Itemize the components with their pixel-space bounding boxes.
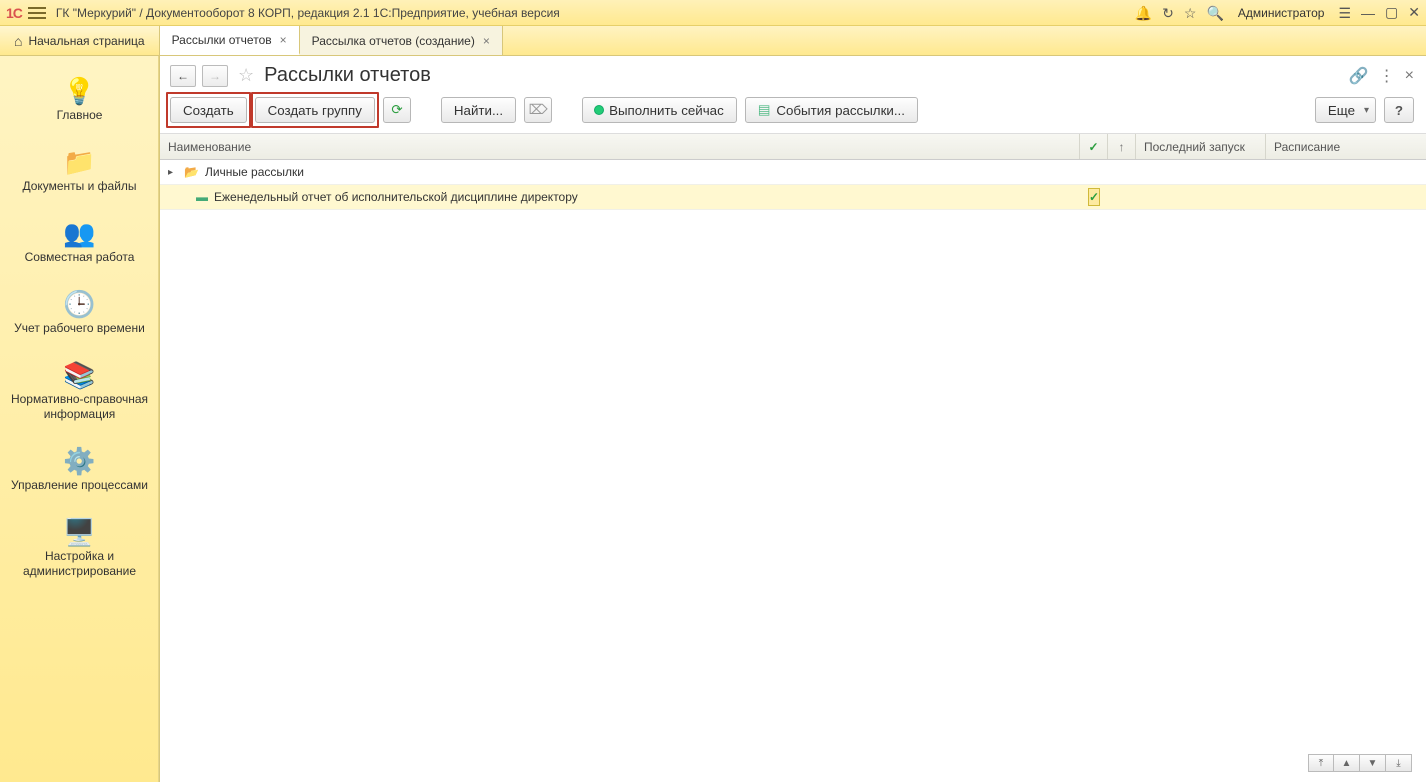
find-button[interactable]: Найти... bbox=[441, 97, 516, 123]
bell-icon[interactable]: 🔔 bbox=[1135, 6, 1152, 20]
col-last-run[interactable]: Последний запуск bbox=[1136, 134, 1266, 159]
tree-toggle-icon[interactable]: ▸ bbox=[168, 167, 178, 178]
col-enabled[interactable]: ✓ bbox=[1080, 134, 1108, 159]
sidebar: 💡 Главное 📁 Документы и файлы 👥 Совместн… bbox=[0, 56, 160, 782]
sidebar-item-label: Настройка и администрирование bbox=[4, 549, 155, 579]
refresh-icon: ⟳ bbox=[391, 102, 402, 118]
people-icon: 👥 bbox=[63, 216, 95, 250]
run-now-button[interactable]: Выполнить сейчас bbox=[582, 97, 737, 123]
sidebar-item-administration[interactable]: 🖥️ Настройка и администрирование bbox=[0, 507, 159, 593]
sidebar-item-label: Учет рабочего времени bbox=[14, 321, 145, 336]
sidebar-item-label: Главное bbox=[57, 108, 103, 123]
current-user[interactable]: Администратор bbox=[1238, 6, 1325, 20]
history-icon[interactable]: ↻ bbox=[1162, 6, 1174, 20]
menu-icon[interactable]: ☰ bbox=[1338, 6, 1351, 20]
titlebar-toolbar: 🔔 ↻ ☆ 🔍 Администратор ☰ — ▢ ✕ bbox=[1135, 4, 1420, 21]
close-icon[interactable]: × bbox=[483, 34, 490, 48]
favorite-star-icon[interactable]: ☆ bbox=[238, 65, 254, 86]
help-button[interactable]: ? bbox=[1384, 97, 1414, 123]
folder-icon: 📁 bbox=[63, 145, 95, 179]
filter-clear-icon: ⌦ bbox=[529, 102, 548, 118]
refresh-button[interactable]: ⟳ bbox=[383, 97, 411, 123]
events-label: События рассылки... bbox=[776, 103, 905, 118]
help-label: ? bbox=[1395, 103, 1403, 118]
lamp-icon: 💡 bbox=[63, 74, 95, 108]
window-title: ГК "Меркурий" / Документооборот 8 КОРП, … bbox=[56, 6, 560, 20]
nav-down-button[interactable]: ▼ bbox=[1360, 754, 1386, 772]
nav-back-button[interactable]: ← bbox=[170, 65, 196, 87]
log-icon: ▤ bbox=[758, 102, 771, 118]
sidebar-item-reference[interactable]: 📚 Нормативно-справочная информация bbox=[0, 350, 159, 436]
tab-label: Рассылка отчетов (создание) bbox=[312, 34, 475, 48]
clock-icon: 🕒 bbox=[63, 287, 95, 321]
folder-icon: 📂 bbox=[184, 165, 199, 179]
nav-first-button[interactable]: ⤒ bbox=[1308, 754, 1334, 772]
group-label: Личные рассылки bbox=[205, 165, 304, 179]
gear-icon: ⚙️ bbox=[63, 444, 95, 478]
kebab-icon[interactable]: ⋮ bbox=[1379, 66, 1395, 86]
hamburger-icon[interactable] bbox=[28, 7, 46, 19]
table-row-group[interactable]: ▸ 📂 Личные рассылки bbox=[160, 160, 1426, 185]
grid: Наименование ✓ ↑ Последний запуск Распис… bbox=[160, 133, 1426, 782]
events-button[interactable]: ▤ События рассылки... bbox=[745, 97, 918, 123]
close-icon[interactable]: × bbox=[280, 33, 287, 47]
window-titlebar: 1C ГК "Меркурий" / Документооборот 8 КОР… bbox=[0, 0, 1426, 26]
star-icon[interactable]: ☆ bbox=[1184, 6, 1197, 20]
col-name[interactable]: Наименование bbox=[160, 134, 1080, 159]
home-icon: ⌂ bbox=[14, 33, 22, 49]
tab-bar: ⌂ Начальная страница Рассылки отчетов × … bbox=[0, 26, 1426, 56]
grid-navigator: ⤒ ▲ ▼ ⤓ bbox=[1308, 754, 1412, 772]
monitor-icon: 🖥️ bbox=[63, 515, 95, 549]
tab-report-create[interactable]: Рассылка отчетов (создание) × bbox=[300, 26, 503, 55]
sidebar-item-label: Документы и файлы bbox=[22, 179, 136, 194]
close-panel-icon[interactable]: × bbox=[1405, 67, 1414, 85]
create-button[interactable]: Создать bbox=[170, 97, 247, 123]
tab-label: Рассылки отчетов bbox=[172, 33, 272, 47]
link-icon[interactable]: 🔗 bbox=[1349, 66, 1369, 86]
more-label: Еще bbox=[1328, 103, 1355, 118]
books-icon: 📚 bbox=[63, 358, 95, 392]
sidebar-item-collaboration[interactable]: 👥 Совместная работа bbox=[0, 208, 159, 279]
table-row[interactable]: ▬ Еженедельный отчет об исполнительской … bbox=[160, 185, 1426, 210]
window-minimize[interactable]: — bbox=[1361, 5, 1375, 21]
grid-header: Наименование ✓ ↑ Последний запуск Распис… bbox=[160, 134, 1426, 160]
search-icon[interactable]: 🔍 bbox=[1206, 6, 1223, 20]
sidebar-item-documents[interactable]: 📁 Документы и файлы bbox=[0, 137, 159, 208]
find-label: Найти... bbox=[454, 103, 503, 118]
tab-reports-list[interactable]: Рассылки отчетов × bbox=[160, 26, 300, 55]
home-tab-label: Начальная страница bbox=[28, 34, 144, 48]
content-header: ← → ☆ Рассылки отчетов 🔗 ⋮ × bbox=[160, 56, 1426, 93]
create-group-button[interactable]: Создать группу bbox=[255, 97, 375, 123]
more-button[interactable]: Еще bbox=[1315, 97, 1376, 123]
create-group-label: Создать группу bbox=[268, 103, 362, 118]
app-logo: 1C bbox=[6, 5, 22, 21]
toolbar: Создать Создать группу ⟳ Найти... ⌦ Выпо… bbox=[160, 93, 1426, 133]
col-schedule[interactable]: Расписание bbox=[1266, 134, 1426, 159]
sidebar-item-label: Совместная работа bbox=[25, 250, 135, 265]
home-tab[interactable]: ⌂ Начальная страница bbox=[0, 26, 160, 55]
col-sort[interactable]: ↑ bbox=[1108, 134, 1136, 159]
run-now-label: Выполнить сейчас bbox=[609, 103, 724, 118]
content: ← → ☆ Рассылки отчетов 🔗 ⋮ × Создать Соз… bbox=[160, 56, 1426, 782]
sidebar-item-timetracking[interactable]: 🕒 Учет рабочего времени bbox=[0, 279, 159, 350]
nav-forward-button[interactable]: → bbox=[202, 65, 228, 87]
item-bullet-icon: ▬ bbox=[196, 190, 208, 204]
main-area: 💡 Главное 📁 Документы и файлы 👥 Совместн… bbox=[0, 56, 1426, 782]
enabled-check-icon: ✓ bbox=[1088, 188, 1100, 206]
nav-up-button[interactable]: ▲ bbox=[1334, 754, 1360, 772]
sidebar-item-label: Нормативно-справочная информация bbox=[4, 392, 155, 422]
page-title: Рассылки отчетов bbox=[264, 64, 431, 87]
item-label: Еженедельный отчет об исполнительской ди… bbox=[214, 190, 578, 204]
sidebar-item-processes[interactable]: ⚙️ Управление процессами bbox=[0, 436, 159, 507]
create-label: Создать bbox=[183, 103, 234, 118]
nav-last-button[interactable]: ⤓ bbox=[1386, 754, 1412, 772]
sidebar-item-main[interactable]: 💡 Главное bbox=[0, 66, 159, 137]
clear-filter-button[interactable]: ⌦ bbox=[524, 97, 552, 123]
window-maximize[interactable]: ▢ bbox=[1385, 4, 1398, 21]
sidebar-item-label: Управление процессами bbox=[11, 478, 148, 493]
grid-body[interactable]: ▸ 📂 Личные рассылки ▬ Еженедельный отчет… bbox=[160, 160, 1426, 782]
run-dot-icon bbox=[595, 106, 603, 114]
window-close[interactable]: ✕ bbox=[1408, 4, 1420, 21]
